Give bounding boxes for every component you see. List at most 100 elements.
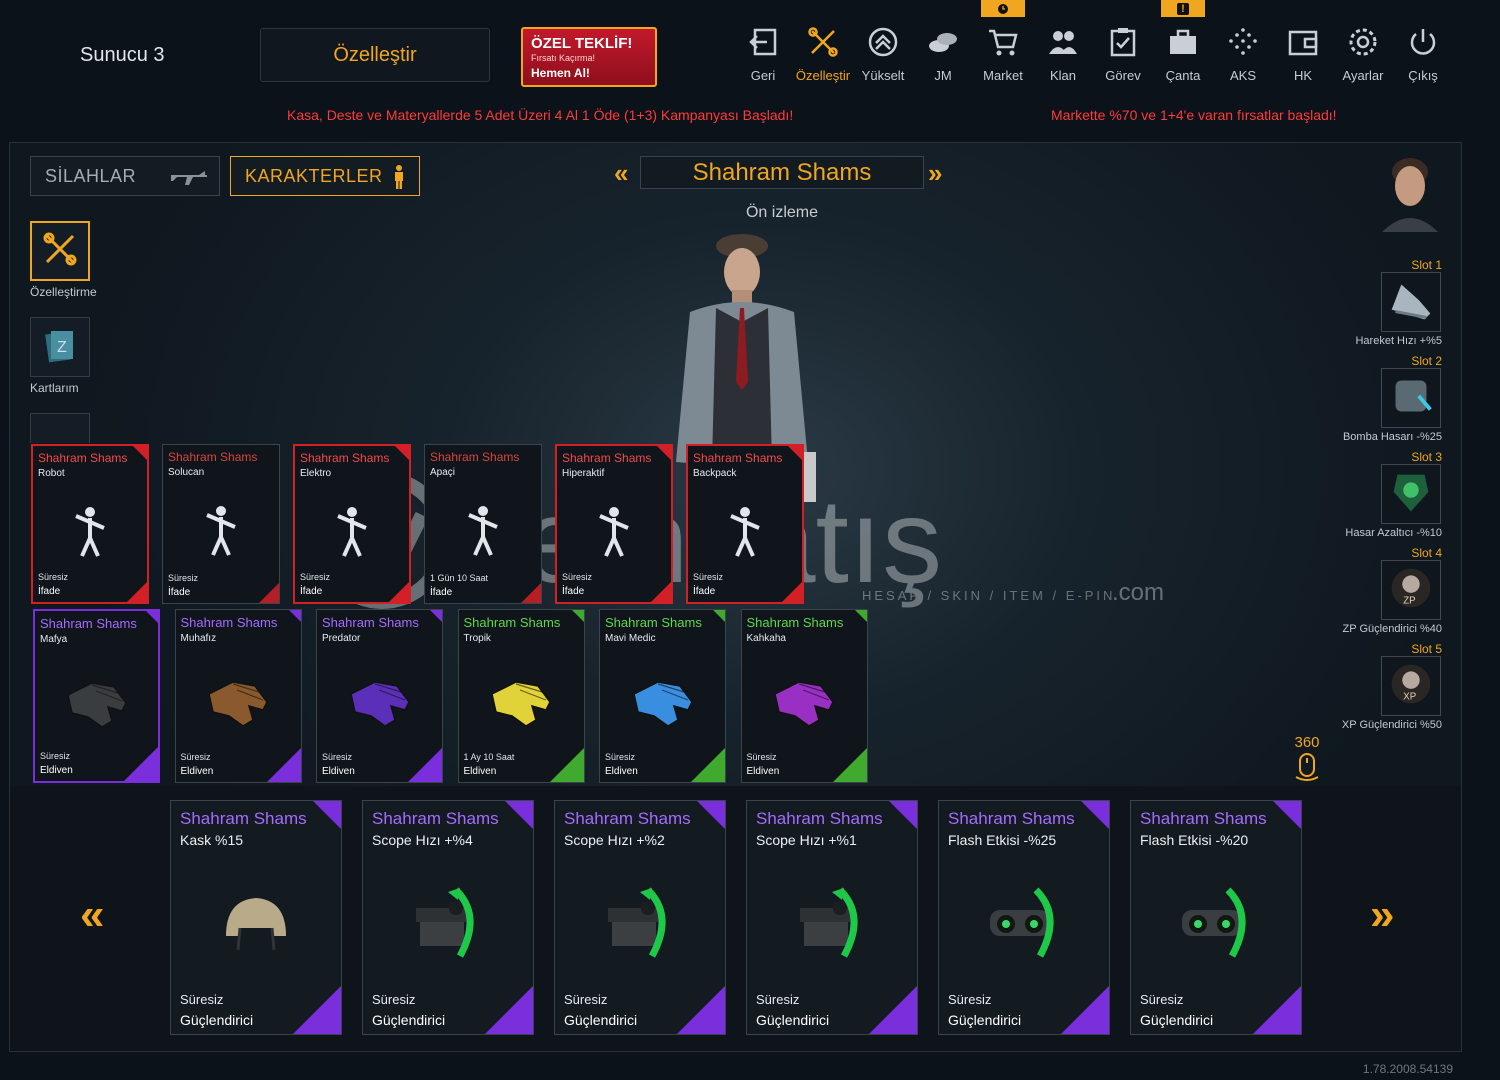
card-duration: Süresiz (168, 573, 199, 583)
dance-pose-icon (295, 506, 409, 558)
booster-card[interactable]: Shahram Shams Flash Etkisi -%25 Süresiz … (938, 800, 1110, 1035)
tools-icon (41, 230, 79, 273)
rarity-corner (1061, 986, 1109, 1034)
card-owner: Shahram Shams (180, 615, 278, 630)
booster-card[interactable]: Shahram Shams Scope Hızı +%2 Süresiz Güç… (554, 800, 726, 1035)
rarity-corner (505, 801, 533, 829)
emote-card[interactable]: Shahram Shams Elektro Süresiz İfade (293, 444, 411, 604)
rarity-corner (782, 582, 802, 602)
next-character-button[interactable]: » (928, 158, 943, 189)
alert-badge: ! (1161, 0, 1205, 17)
nav-bag[interactable]: Çanta (1153, 26, 1213, 83)
nav-label: Ayarlar (1342, 68, 1384, 83)
card-item-name: Robot (38, 468, 65, 479)
glove-icon (742, 672, 867, 732)
card-owner: Shahram Shams (564, 809, 691, 828)
card-duration: 1 Gün 10 Saat (430, 573, 489, 583)
nav-gear[interactable]: Ayarlar (1333, 26, 1393, 83)
customization-menu-button[interactable] (30, 221, 90, 281)
customize-button[interactable]: Özelleştir (260, 28, 490, 82)
card-type: Güçlendirici (948, 1012, 1022, 1028)
tools-icon (807, 26, 839, 63)
dance-pose-icon (688, 506, 802, 558)
glove-card[interactable]: Shahram Shams Mavi Medic Süresiz Eldiven (599, 609, 726, 783)
dance-pose-icon (163, 505, 279, 557)
card-type: Eldiven (180, 766, 214, 777)
nav-power[interactable]: Çıkış (1393, 26, 1453, 83)
rotate-360-label: 360 (1294, 734, 1320, 751)
card-duration: Süresiz (756, 992, 800, 1007)
slot-description: XP Güçlendirici %50 (1341, 719, 1442, 731)
goggles-icon (1131, 886, 1301, 962)
card-duration: Süresiz (693, 572, 724, 582)
glove-card[interactable]: Shahram Shams Kahkaha Süresiz Eldiven (740, 609, 868, 783)
boosters-prev-button[interactable]: « (80, 890, 105, 940)
mouse-icon (1294, 753, 1320, 787)
card-item-name: Apaçi (430, 467, 456, 478)
booster-effect: Flash Etkisi -%25 (948, 832, 1057, 848)
glove-card[interactable]: Shahram Shams Mafya Süresiz Eldiven (33, 609, 160, 783)
server-label: Sunucu 3 (80, 44, 165, 66)
card-type: Güçlendirici (756, 1012, 830, 1028)
side-menu-item-partial[interactable] (30, 413, 90, 443)
cards-menu-button[interactable]: Z (30, 317, 90, 377)
nav-cart[interactable]: Market (973, 26, 1033, 83)
card-owner: Shahram Shams (948, 809, 1075, 828)
equipment-slot-5[interactable]: XP (1381, 656, 1441, 716)
emote-card[interactable]: Shahram Shams Solucan Süresiz İfade (162, 444, 280, 604)
nav-clan[interactable]: Klan (1033, 26, 1093, 83)
card-item-name: Kahkaha (746, 633, 786, 644)
rarity-corner (1273, 801, 1301, 829)
equipment-slot-3[interactable] (1381, 464, 1441, 524)
card-duration: Süresiz (300, 572, 331, 582)
equipment-slot-1[interactable] (1381, 272, 1441, 332)
nav-coins[interactable]: JM (913, 26, 973, 83)
card-owner: Shahram Shams (1140, 809, 1267, 828)
glove-icon (459, 672, 584, 732)
emote-card[interactable]: Shahram Shams Backpack Süresiz İfade (686, 444, 804, 604)
tab-weapons[interactable]: SİLAHLAR (30, 156, 220, 196)
booster-card[interactable]: Shahram Shams Scope Hızı +%1 Süresiz Güç… (746, 800, 918, 1035)
equipment-slot-4[interactable]: ZP (1381, 560, 1441, 620)
nav-back[interactable]: Geri (733, 26, 793, 83)
nav-wallet[interactable]: HK (1273, 26, 1333, 83)
rarity-corner (521, 583, 541, 603)
nav-aks[interactable]: AKS (1213, 26, 1273, 83)
rotate-360-control[interactable]: 360 (1287, 734, 1327, 787)
nav-upgrade[interactable]: Yükselt (853, 26, 913, 83)
tab-characters[interactable]: KARAKTERLER (230, 156, 420, 196)
nav-tools[interactable]: Özelleştir (793, 26, 853, 83)
rarity-corner (697, 801, 725, 829)
rarity-corner (259, 583, 279, 603)
booster-card[interactable]: Shahram Shams Kask %15 Süresiz Güçlendir… (170, 800, 342, 1035)
helmet-icon (171, 886, 341, 962)
glove-card[interactable]: Shahram Shams Muhafız Süresiz Eldiven (174, 609, 302, 783)
glove-icon (600, 672, 725, 732)
card-owner: Shahram Shams (430, 450, 520, 464)
card-item-name: Backpack (693, 468, 737, 479)
emote-card[interactable]: Shahram Shams Apaçi 1 Gün 10 Saat İfade (424, 444, 542, 604)
armor-icon (1382, 367, 1440, 430)
offer-cta: Hemen Al! (531, 66, 590, 80)
rarity-corner (266, 748, 301, 782)
emote-card[interactable]: Shahram Shams Robot Süresiz İfade (31, 444, 149, 604)
boosters-next-button[interactable]: » (1370, 890, 1395, 940)
scope-icon (363, 886, 533, 962)
offer-title: ÖZEL TEKLİF! (531, 35, 633, 52)
rarity-corner (1081, 801, 1109, 829)
nav-label: JM (934, 68, 952, 83)
special-offer-banner[interactable]: ÖZEL TEKLİF! Fırsatı Kaçırma! Hemen Al! (521, 27, 657, 87)
card-item-name: Mafya (40, 634, 68, 645)
emote-card[interactable]: Shahram Shams Hiperaktif Süresiz İfade (555, 444, 673, 604)
equipment-slot-2[interactable] (1381, 368, 1441, 428)
rarity-corner (485, 986, 533, 1034)
booster-card[interactable]: Shahram Shams Scope Hızı +%4 Süresiz Güç… (362, 800, 534, 1035)
nav-mission[interactable]: Görev (1093, 26, 1153, 83)
glove-card[interactable]: Shahram Shams Tropik 1 Ay 10 Saat Eldive… (457, 609, 585, 783)
booster-card[interactable]: Shahram Shams Flash Etkisi -%20 Süresiz … (1130, 800, 1302, 1035)
card-type: İfade (430, 587, 453, 598)
glove-card[interactable]: Shahram Shams Predator Süresiz Eldiven (316, 609, 443, 783)
dance-pose-icon (33, 506, 147, 558)
coins-icon (927, 26, 959, 63)
prev-character-button[interactable]: « (614, 158, 629, 189)
